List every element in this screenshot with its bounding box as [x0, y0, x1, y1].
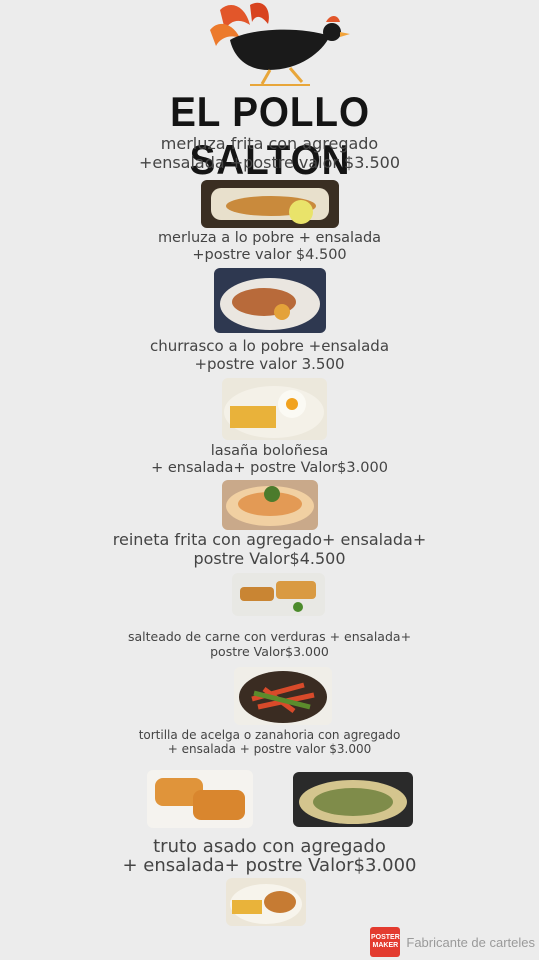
watermark: POSTER MAKER Fabricante de carteles — [370, 926, 535, 958]
menu-item-line2: postre Valor$3.000 — [210, 643, 329, 659]
dish-photo-lasagna — [222, 480, 318, 530]
menu-item-line1: reineta frita con agregado+ ensalada+ — [112, 530, 427, 549]
menu-item-line1: lasaña boloñesa — [210, 443, 329, 459]
menu-item-line1: churrasco a lo pobre +ensalada — [149, 337, 390, 355]
menu-item: churrasco a lo pobre +ensalada +postre v… — [0, 337, 539, 373]
menu-item-line1: merluza frita con agregado — [160, 134, 379, 153]
logo: EL POLLO SALTON — [110, 0, 430, 183]
menu-item: lasaña boloñesa + ensalada+ postre Valor… — [0, 443, 539, 477]
dish-photo-churrasco — [222, 378, 327, 440]
menu-item: merluza a lo pobre + ensalada +postre va… — [0, 230, 539, 264]
dish-photo-merluza-frita — [201, 180, 339, 228]
menu-item-line2: + ensalada + postre valor $3.000 — [167, 742, 372, 757]
menu-item-line1: salteado de carne con verduras + ensalad… — [127, 629, 412, 644]
menu-item: merluza frita con agregado +ensalada +po… — [0, 134, 539, 173]
menu-item: reineta frita con agregado+ ensalada+ po… — [0, 530, 539, 569]
menu-item-line2: + ensalada+ postre Valor$3.000 — [151, 460, 388, 477]
menu-item: tortilla de acelga o zanahoria con agreg… — [0, 728, 539, 756]
dish-photo-tortilla-zanahoria — [147, 770, 253, 828]
poster-maker-logo: POSTER MAKER — [370, 927, 401, 957]
menu-item-line2: +postre valor 3.500 — [194, 354, 345, 373]
menu-item-line2: + ensalada+ postre Valor$3.000 — [122, 854, 417, 876]
menu-item-line1: tortilla de acelga o zanahoria con agreg… — [138, 728, 401, 742]
dish-photo-reineta — [232, 573, 325, 616]
rooster-logo-icon — [210, 2, 350, 86]
menu-item: truto asado con agregado + ensalada+ pos… — [0, 837, 539, 876]
menu-item-line2: postre Valor$4.500 — [193, 548, 346, 568]
watermark-text: Fabricante de carteles — [406, 934, 535, 950]
menu-item-line2: +ensalada +postre valor $3.500 — [138, 152, 401, 172]
dish-photo-tortilla-acelga — [293, 772, 413, 827]
dish-photo-merluza-pobre — [214, 268, 326, 333]
dish-photo-salteado — [234, 667, 332, 725]
menu-item-line2: +postre valor $4.500 — [192, 247, 347, 264]
menu-item-line1: merluza a lo pobre + ensalada — [157, 230, 382, 246]
dish-photo-truto — [226, 878, 306, 926]
menu-item: salteado de carne con verduras + ensalad… — [0, 629, 539, 660]
